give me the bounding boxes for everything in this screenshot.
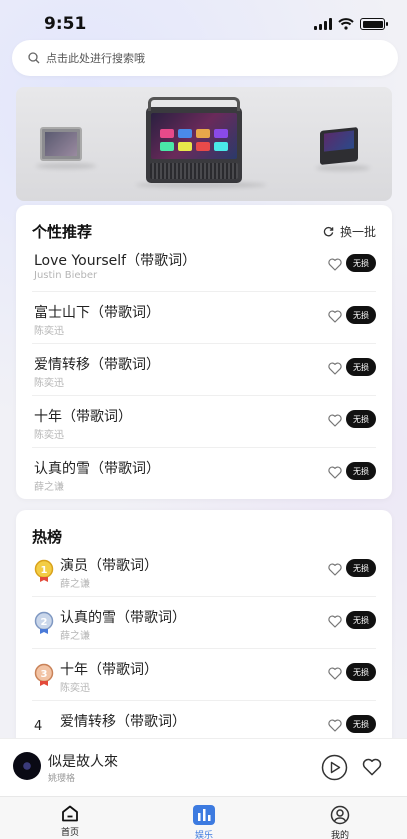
song-artist: 薛之谦 xyxy=(34,482,64,493)
song-title: 爱情转移（带歌词） xyxy=(60,714,186,730)
song-title: 演员（带歌词） xyxy=(60,558,158,574)
song-title: 富士山下（带歌词） xyxy=(34,305,160,321)
song-title: Love Yourself（带歌词） xyxy=(34,253,197,269)
rank-number: 1 xyxy=(41,565,48,576)
mini-player[interactable]: 似是故人來 姚瓔格 xyxy=(0,738,407,796)
hot-header: 热榜 xyxy=(32,526,376,547)
lossless-badge: 无损 xyxy=(346,611,376,629)
status-time: 9:51 xyxy=(44,14,87,34)
song-artist: 薛之谦 xyxy=(60,579,90,590)
tab-home-label: 首页 xyxy=(60,828,79,838)
tab-entertainment[interactable]: 娱乐 xyxy=(174,805,234,839)
tab-home[interactable]: 首页 xyxy=(40,805,100,838)
cellular-signal-icon xyxy=(314,18,332,30)
device-image-left xyxy=(40,127,82,161)
heart-icon[interactable] xyxy=(328,362,342,375)
search-bar[interactable]: 点击此处进行搜索哦 xyxy=(12,40,398,76)
song-title: 认真的雪（带歌词） xyxy=(60,610,186,626)
song-title: 十年（带歌词） xyxy=(60,662,158,678)
recommend-section: 个性推荐 换一批 Love Yourself（带歌词） Justin Biebe… xyxy=(16,205,392,499)
hot-chart-section: 热榜 1 演员（带歌词） 薛之谦 无损 2 认真的雪（带歌词） 薛之谦 无损 3… xyxy=(16,510,392,770)
heart-icon[interactable] xyxy=(328,563,342,576)
battery-icon xyxy=(360,18,388,30)
rank-number: 2 xyxy=(41,617,48,628)
song-row[interactable]: 3 十年（带歌词） 陈奕迅 无损 xyxy=(32,649,376,701)
favorite-heart-icon[interactable] xyxy=(362,758,382,776)
wifi-icon xyxy=(338,18,354,30)
home-icon xyxy=(62,805,78,822)
song-row[interactable]: 2 认真的雪（带歌词） 薛之谦 无损 xyxy=(32,597,376,649)
banner-carousel[interactable] xyxy=(16,87,392,201)
refresh-button[interactable]: 换一批 xyxy=(323,223,376,240)
song-row[interactable]: 1 演员（带歌词） 薛之谦 无损 xyxy=(32,545,376,597)
chart-icon xyxy=(193,805,215,825)
album-cover xyxy=(13,752,41,780)
recommend-title: 个性推荐 xyxy=(32,223,93,241)
refresh-label: 换一批 xyxy=(339,225,376,239)
song-row[interactable]: Love Yourself（带歌词） Justin Bieber 无损 xyxy=(32,240,376,292)
tab-mine[interactable]: 我的 xyxy=(310,805,370,839)
device-image-right xyxy=(320,127,358,165)
song-row[interactable]: 富士山下（带歌词） 陈奕迅 无损 xyxy=(32,292,376,344)
device-image-center xyxy=(146,97,242,183)
lossless-badge: 无损 xyxy=(346,663,376,681)
tab-entertainment-label: 娱乐 xyxy=(194,831,213,839)
heart-icon[interactable] xyxy=(328,310,342,323)
song-title: 十年（带歌词） xyxy=(34,409,132,425)
player-artist: 姚瓔格 xyxy=(48,774,76,784)
heart-icon[interactable] xyxy=(328,719,342,732)
gold-medal-icon: 1 xyxy=(34,559,54,582)
heart-icon[interactable] xyxy=(328,466,342,479)
song-artist: 陈奕迅 xyxy=(34,378,64,389)
song-artist: Justin Bieber xyxy=(34,270,98,281)
lossless-badge: 无损 xyxy=(346,410,376,428)
lossless-badge: 无损 xyxy=(346,462,376,480)
play-icon[interactable] xyxy=(321,754,348,781)
song-title: 认真的雪（带歌词） xyxy=(34,461,160,477)
tab-mine-label: 我的 xyxy=(330,831,349,839)
song-artist: 薛之谦 xyxy=(60,631,90,642)
lossless-badge: 无损 xyxy=(346,358,376,376)
refresh-icon xyxy=(323,226,334,237)
user-icon xyxy=(330,805,350,825)
song-artist: 陈奕迅 xyxy=(34,326,64,337)
song-artist: 陈奕迅 xyxy=(60,683,90,694)
heart-icon[interactable] xyxy=(328,258,342,271)
recommend-header: 个性推荐 换一批 xyxy=(32,221,376,242)
status-bar: 9:51 xyxy=(0,0,407,40)
song-row[interactable]: 十年（带歌词） 陈奕迅 无损 xyxy=(32,396,376,448)
silver-medal-icon: 2 xyxy=(34,611,54,634)
tab-bar: 首页 娱乐 我的 xyxy=(0,796,407,839)
status-icons xyxy=(314,18,388,30)
song-artist: 陈奕迅 xyxy=(34,430,64,441)
lossless-badge: 无损 xyxy=(346,254,376,272)
song-row[interactable]: 爱情转移（带歌词） 陈奕迅 无损 xyxy=(32,344,376,396)
heart-icon[interactable] xyxy=(328,667,342,680)
lossless-badge: 无损 xyxy=(346,715,376,733)
song-title: 爱情转移（带歌词） xyxy=(34,357,160,373)
hot-title: 热榜 xyxy=(32,528,63,546)
player-song-title: 似是故人來 xyxy=(48,754,118,770)
song-row[interactable]: 认真的雪（带歌词） 薛之谦 无损 xyxy=(32,448,376,500)
lossless-badge: 无损 xyxy=(346,559,376,577)
search-icon xyxy=(28,52,40,64)
heart-icon[interactable] xyxy=(328,414,342,427)
lossless-badge: 无损 xyxy=(346,306,376,324)
bronze-medal-icon: 3 xyxy=(34,663,54,686)
rank-number: 3 xyxy=(41,669,48,680)
heart-icon[interactable] xyxy=(328,615,342,628)
search-placeholder: 点击此处进行搜索哦 xyxy=(46,52,145,65)
rank-number: 4 xyxy=(34,719,43,734)
